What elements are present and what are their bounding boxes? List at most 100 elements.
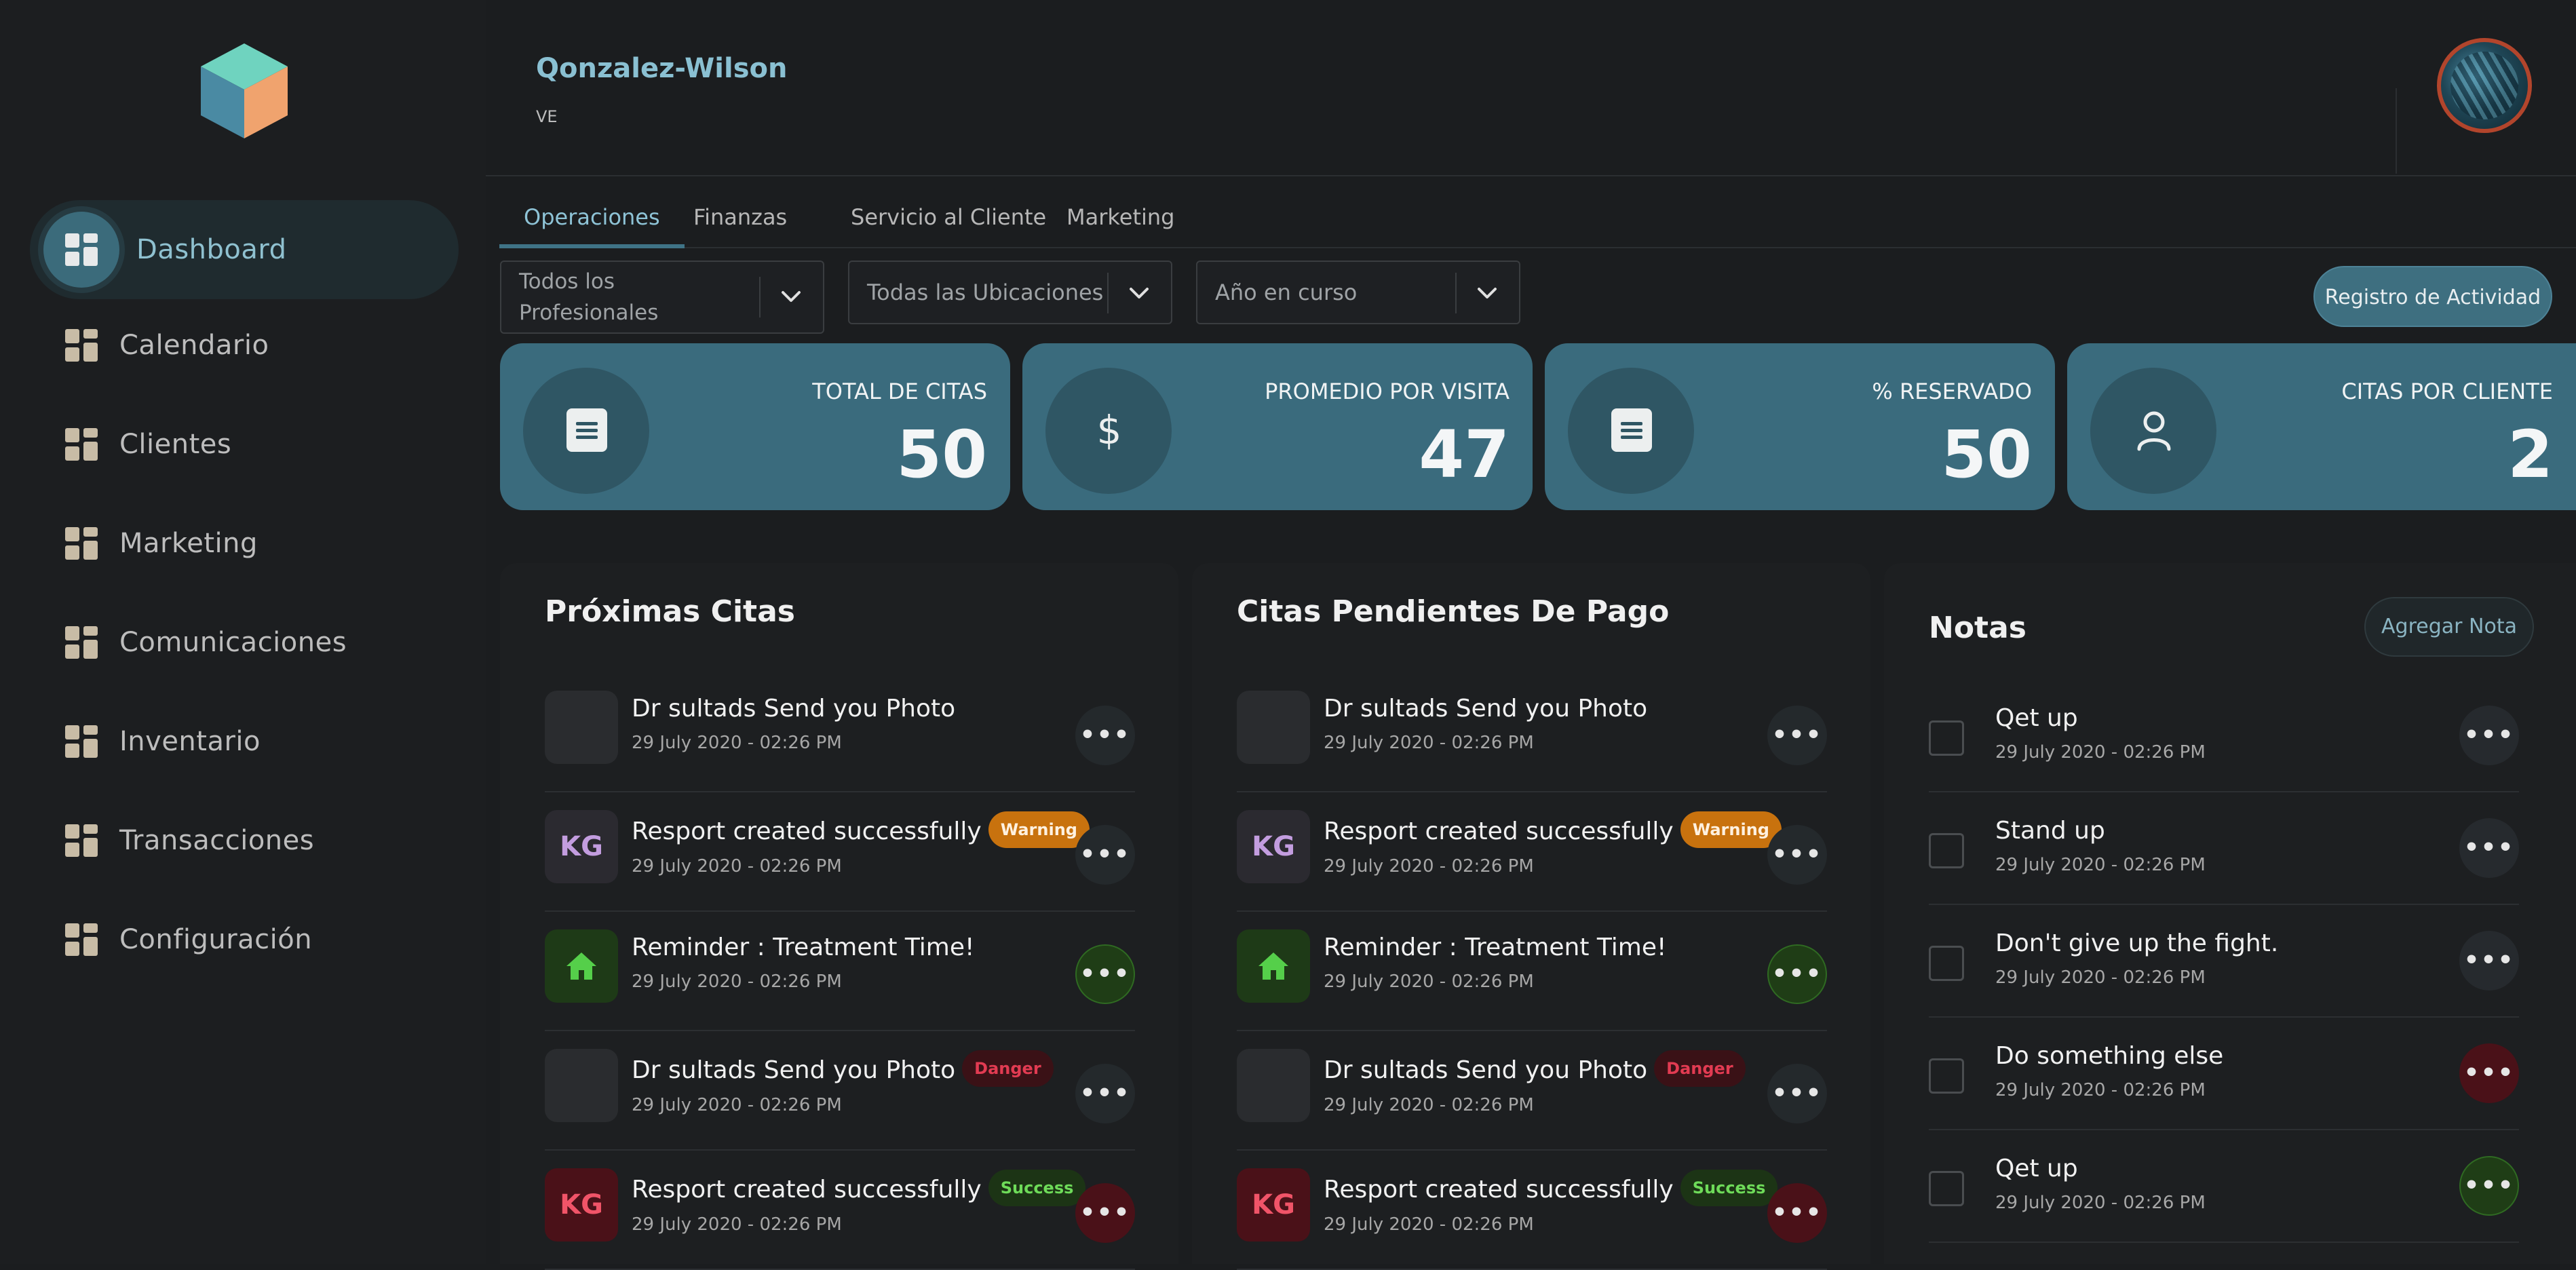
ellipsis-icon: ••• [1771, 721, 1823, 749]
panel-title: Citas Pendientes De Pago [1237, 594, 1670, 629]
note-checkbox[interactable] [1929, 946, 1964, 981]
list-item-title: Resport created successfully Warning [632, 811, 1090, 851]
more-options-button[interactable]: ••• [1075, 944, 1135, 1004]
stat-card-total-citas: TOTAL DE CITAS 50 [500, 343, 1010, 510]
sidebar-item-label: Inventario [119, 726, 261, 757]
chevron-down-icon [1130, 288, 1149, 299]
grid-icon [65, 626, 98, 659]
locations-select[interactable]: Todas las Ubicaciones [848, 261, 1172, 324]
list-item: Dr sultads Send you Photo 29 July 2020 -… [1237, 673, 1827, 792]
list-item-time: 29 July 2020 - 02:26 PM [1324, 856, 1534, 877]
stat-label: TOTAL DE CITAS [812, 379, 987, 404]
year-select[interactable]: Año en curso [1196, 261, 1520, 324]
sidebar-item-calendario[interactable]: Calendario [27, 296, 461, 395]
ellipsis-icon: ••• [1079, 721, 1131, 749]
cube-logo-icon[interactable] [198, 41, 290, 141]
select-separator [1455, 273, 1457, 313]
more-options-button[interactable]: ••• [1075, 706, 1135, 765]
chevron-down-icon [782, 291, 801, 302]
more-options-button[interactable]: ••• [1767, 944, 1827, 1004]
user-avatar[interactable] [2437, 38, 2532, 133]
top-header: Qonzalez-Wilson VE [486, 0, 2576, 176]
sidebar-item-transacciones[interactable]: Transacciones [27, 791, 461, 890]
svg-text:$: $ [1097, 407, 1122, 453]
status-badge-danger: Danger [1654, 1050, 1746, 1087]
list-item-title: Dr sultads Send you Photo [1324, 695, 1648, 723]
activity-log-button[interactable]: Registro de Actividad [2313, 266, 2552, 327]
note-checkbox[interactable] [1929, 720, 1964, 756]
list-avatar-home [1237, 929, 1310, 1003]
list-item-title: Reminder : Treatment Time! [632, 934, 975, 961]
note-title: Stand up [1995, 817, 2105, 845]
sidebar-item-comunicaciones[interactable]: Comunicaciones [27, 593, 461, 692]
list-item-time: 29 July 2020 - 02:26 PM [1324, 971, 1534, 992]
sidebar-item-configuracion[interactable]: Configuración [27, 890, 461, 989]
note-time: 29 July 2020 - 02:26 PM [1995, 1193, 2206, 1213]
select-separator [1107, 273, 1109, 313]
more-options-button[interactable]: ••• [1767, 706, 1827, 765]
pending-payment-panel: Citas Pendientes De Pago Dr sultads Send… [1192, 563, 1870, 1270]
professionals-select[interactable]: Todos los Profesionales [500, 261, 824, 334]
tab-finanzas[interactable]: Finanzas [669, 187, 811, 247]
list-avatar-initials: KG [1237, 1168, 1310, 1242]
notes-panel: Notas Agregar Nota Qet up 29 July 2020 -… [1884, 563, 2576, 1264]
ellipsis-icon: ••• [2463, 1172, 2515, 1199]
sidebar-item-inventario[interactable]: Inventario [27, 692, 461, 791]
tab-marketing[interactable]: Marketing [1042, 187, 1199, 247]
locations-select-value: Todas las Ubicaciones [867, 280, 1104, 305]
ellipsis-icon: ••• [2463, 721, 2515, 749]
more-options-button[interactable]: ••• [2459, 818, 2519, 878]
note-title: Qet up [1995, 704, 2078, 732]
tab-servicio-al-cliente[interactable]: Servicio al Cliente [826, 187, 1071, 247]
list-avatar-placeholder [1237, 691, 1310, 764]
more-options-button[interactable]: ••• [1767, 825, 1827, 885]
stat-value: 2 [2507, 417, 2553, 493]
status-badge-success: Success [1680, 1170, 1778, 1206]
more-options-button[interactable]: ••• [1075, 1183, 1135, 1243]
more-options-button[interactable]: ••• [1767, 1064, 1827, 1123]
note-checkbox[interactable] [1929, 833, 1964, 868]
note-item: Don't give up the fight. 29 July 2020 - … [1929, 905, 2519, 1018]
sidebar-active-indicator [43, 212, 119, 288]
stat-label: PROMEDIO POR VISITA [1265, 379, 1510, 404]
home-icon [566, 952, 596, 980]
note-checkbox[interactable] [1929, 1171, 1964, 1206]
tab-operaciones[interactable]: Operaciones [499, 187, 685, 248]
stat-value: 50 [1941, 417, 2032, 493]
add-note-button[interactable]: Agregar Nota [2364, 597, 2534, 657]
list-avatar-placeholder [1237, 1049, 1310, 1122]
note-item: Do something else 29 July 2020 - 02:26 P… [1929, 1018, 2519, 1130]
sidebar-item-clientes[interactable]: Clientes [27, 395, 461, 494]
stat-label: CITAS POR CLIENTE [2341, 379, 2553, 404]
sidebar-item-label: Dashboard [136, 234, 287, 265]
more-options-button[interactable]: ••• [2459, 931, 2519, 990]
more-options-button[interactable]: ••• [2459, 706, 2519, 765]
stat-value: 47 [1419, 417, 1510, 493]
more-options-button[interactable]: ••• [1075, 1064, 1135, 1123]
more-options-button[interactable]: ••• [1767, 1183, 1827, 1243]
organization-name: Qonzalez-Wilson [536, 53, 788, 84]
document-icon [1611, 408, 1652, 452]
list-avatar-initials: KG [545, 810, 618, 883]
ellipsis-icon: ••• [1079, 1079, 1131, 1107]
note-time: 29 July 2020 - 02:26 PM [1995, 967, 2206, 988]
more-options-button[interactable]: ••• [2459, 1156, 2519, 1216]
list-item: KG Resport created successfully Success 2… [545, 1151, 1135, 1270]
ellipsis-icon: ••• [1771, 841, 1823, 868]
note-title: Don't give up the fight. [1995, 929, 2279, 957]
stat-card-promedio-por-visita: $ PROMEDIO POR VISITA 47 [1022, 343, 1533, 510]
grid-icon [65, 527, 98, 560]
more-options-button[interactable]: ••• [1075, 825, 1135, 885]
note-checkbox[interactable] [1929, 1058, 1964, 1094]
more-options-button[interactable]: ••• [2459, 1043, 2519, 1103]
sidebar-item-marketing[interactable]: Marketing [27, 494, 461, 593]
grid-icon [65, 923, 98, 956]
list-item-time: 29 July 2020 - 02:26 PM [632, 1095, 842, 1115]
list-item-title: Dr sultads Send you Photo [632, 695, 956, 723]
ellipsis-icon: ••• [1771, 1079, 1823, 1107]
ellipsis-icon: ••• [1079, 960, 1131, 988]
panel-title: Próximas Citas [545, 594, 795, 629]
note-item: Qet up 29 July 2020 - 02:26 PM ••• [1929, 1130, 2519, 1243]
list-item-title: Resport created successfully Warning [1324, 811, 1782, 851]
sidebar-item-dashboard[interactable]: Dashboard [30, 200, 459, 299]
